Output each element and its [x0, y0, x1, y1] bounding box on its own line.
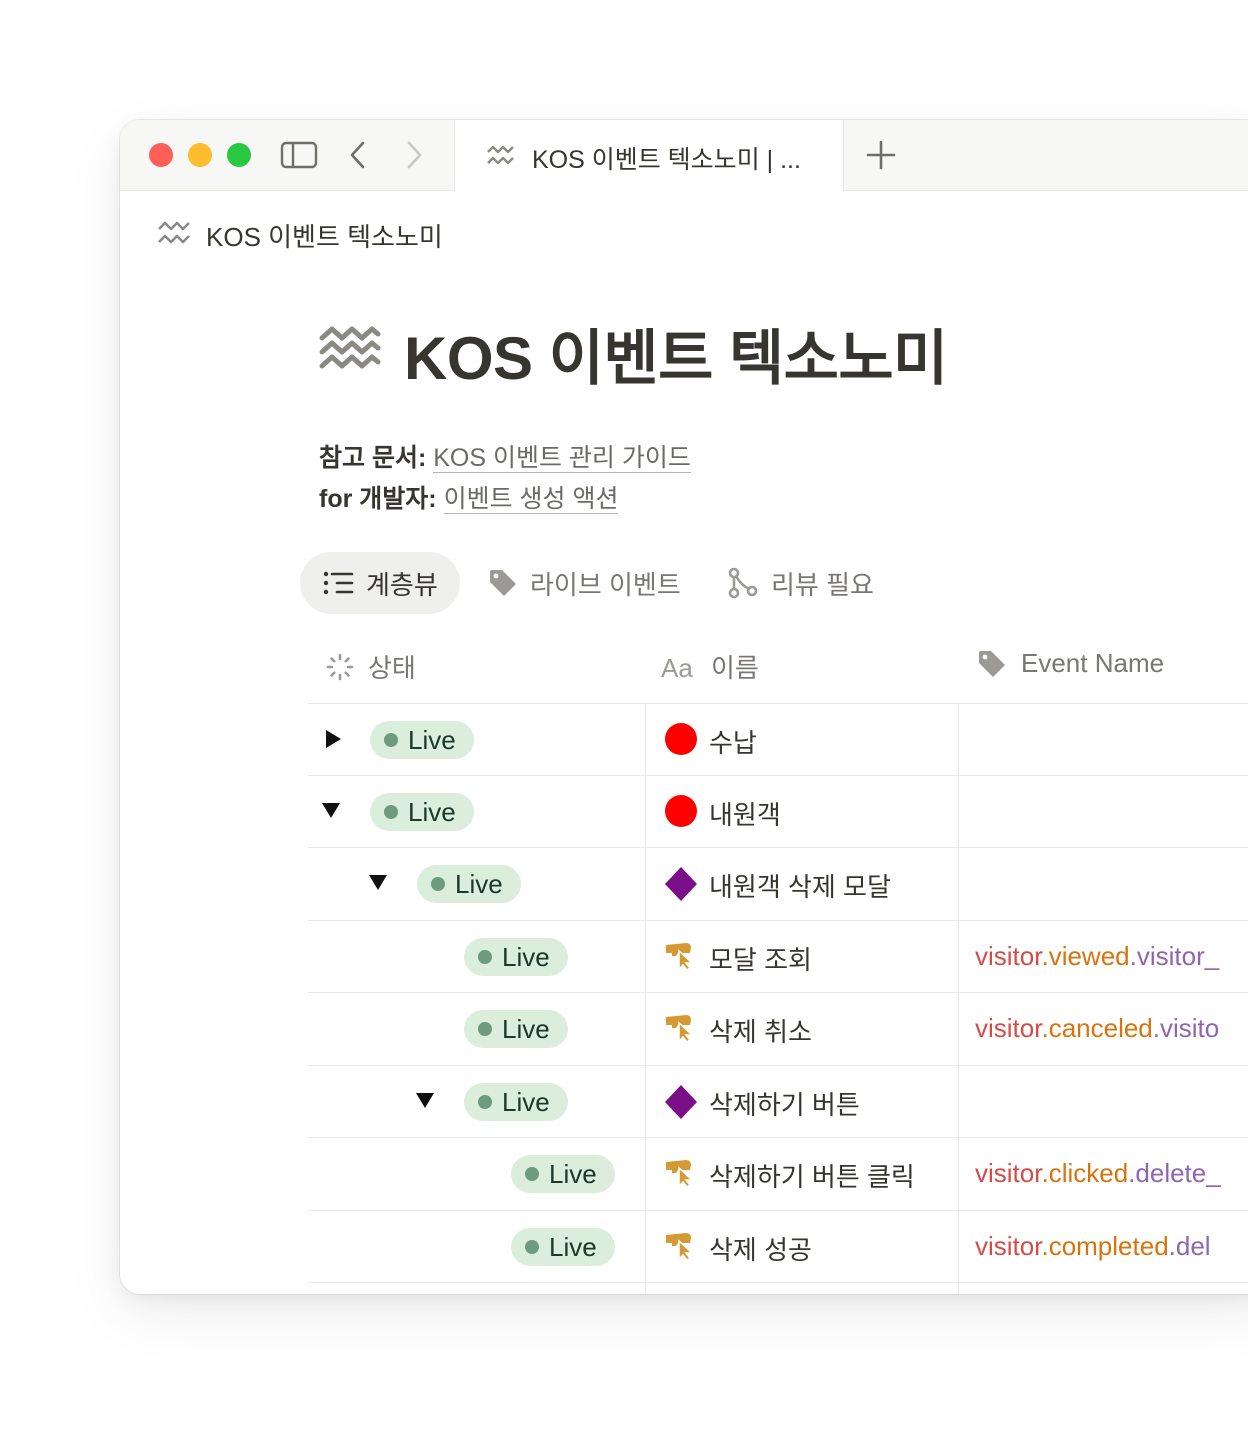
row-name[interactable]: 내원객 삭제 모달 — [709, 867, 891, 904]
row-name[interactable]: 내원객 — [709, 795, 781, 832]
close-window-button[interactable] — [149, 143, 173, 167]
pointer-click-icon — [664, 1011, 698, 1048]
event-name-cell[interactable]: visitor.canceled.visito — [975, 1013, 1248, 1044]
row-name[interactable]: 삭제 취소 — [709, 1012, 812, 1049]
purple-diamond-icon — [664, 1084, 698, 1125]
minimize-window-button[interactable] — [188, 143, 212, 167]
pointer-click-icon — [664, 1156, 698, 1193]
row-name[interactable]: 삭제 성공 — [709, 1230, 812, 1267]
red-circle-icon — [664, 794, 698, 833]
reference-label: 참고 문서: — [319, 444, 427, 472]
wave-logo-icon — [486, 144, 516, 171]
red-circle-icon — [664, 722, 698, 761]
breadcrumb-title[interactable]: KOS 이벤트 텍소노미 — [206, 217, 443, 254]
status-badge[interactable]: Live — [417, 865, 521, 903]
page-title[interactable]: KOS 이벤트 텍소노미 — [404, 310, 948, 397]
status-label: Live — [549, 1158, 597, 1189]
tag-icon — [490, 570, 516, 596]
status-badge[interactable]: Live — [511, 1228, 615, 1266]
status-label: Live — [502, 1086, 550, 1117]
view-tab-label: 계층뷰 — [366, 569, 438, 600]
live-dot-icon — [384, 805, 398, 819]
pointer-click-icon — [664, 1229, 698, 1266]
row-name[interactable]: 삭제하기 버튼 클릭 — [709, 1157, 915, 1194]
row-divider — [308, 1282, 1248, 1283]
svg-text:Aa: Aa — [661, 653, 693, 681]
table-row[interactable]: Live 내원객 — [120, 775, 1248, 847]
table-row[interactable]: Live 삭제 성공 visitor.completed.del — [120, 1210, 1248, 1282]
live-dot-icon — [525, 1240, 539, 1254]
list-tree-icon — [323, 571, 354, 595]
event-name-cell[interactable]: visitor.viewed.visitor_ — [975, 941, 1248, 972]
expanded-toggle-icon[interactable] — [415, 1091, 435, 1114]
live-dot-icon — [525, 1167, 539, 1181]
live-dot-icon — [478, 950, 492, 964]
maximize-window-button[interactable] — [227, 143, 251, 167]
live-dot-icon — [384, 733, 398, 747]
pointer-click-icon — [664, 939, 698, 976]
developer-label: for 개발자: — [319, 485, 437, 513]
status-label: Live — [549, 1231, 597, 1262]
row-name[interactable]: 삭제하기 버튼 — [709, 1085, 860, 1122]
status-label: Live — [455, 868, 503, 899]
event-name-cell[interactable]: visitor.clicked.delete_ — [975, 1158, 1248, 1189]
table-row[interactable]: Live 내원객 삭제 모달 — [120, 847, 1248, 919]
table-row[interactable]: Live 삭제하기 버튼 — [120, 1065, 1248, 1137]
reference-doc-line: 참고 문서: KOS 이벤트 관리 가이드 — [319, 438, 691, 474]
browser-tab-active[interactable]: KOS 이벤트 텍소노미 | ... — [454, 120, 844, 191]
sidebar-toggle-icon[interactable] — [280, 140, 318, 175]
reference-doc-link[interactable]: KOS 이벤트 관리 가이드 — [433, 444, 691, 473]
browser-window: KOS 이벤트 텍소노미 | ... KOS 이벤트 텍소노미 KOS 이벤트 … — [120, 120, 1248, 1294]
status-badge[interactable]: Live — [511, 1155, 615, 1193]
status-label: Live — [502, 941, 550, 972]
status-loader-icon — [326, 653, 354, 680]
live-dot-icon — [478, 1022, 492, 1036]
view-tab-label: 라이브 이벤트 — [530, 569, 681, 600]
column-header-label: Event Name — [1021, 648, 1165, 678]
collapsed-toggle-icon[interactable] — [324, 729, 342, 754]
text-type-icon: Aa — [661, 653, 693, 681]
table-row[interactable]: Live 삭제하기 버튼 클릭 visitor.clicked.delete_ — [120, 1137, 1248, 1209]
column-header-label: 상태 — [368, 653, 416, 683]
table-row[interactable]: Live 삭제 취소 visitor.canceled.visito — [120, 992, 1248, 1064]
tag-icon — [979, 650, 1005, 677]
view-tab-label: 리뷰 필요 — [771, 569, 874, 600]
status-badge[interactable]: Live — [370, 793, 474, 831]
purple-diamond-icon — [664, 866, 698, 907]
expanded-toggle-icon[interactable] — [368, 873, 388, 896]
status-badge[interactable]: Live — [370, 721, 474, 759]
live-dot-icon — [431, 877, 445, 891]
status-label: Live — [408, 796, 456, 827]
view-tab-hierarchy[interactable]: 계층뷰 — [300, 552, 460, 614]
column-header-status[interactable]: 상태 — [326, 648, 416, 685]
tab-title: KOS 이벤트 텍소노미 | ... — [532, 146, 801, 174]
row-name[interactable]: 모달 조회 — [709, 940, 812, 977]
browser-tab-bar: KOS 이벤트 텍소노미 | ... — [120, 120, 1248, 191]
developer-doc-link[interactable]: 이벤트 생성 액션 — [443, 485, 619, 514]
expanded-toggle-icon[interactable] — [321, 801, 341, 824]
row-name[interactable]: 수납 — [709, 723, 757, 760]
status-badge[interactable]: Live — [464, 938, 568, 976]
status-label: Live — [502, 1013, 550, 1044]
developer-doc-line: for 개발자: 이벤트 생성 액션 — [319, 479, 619, 515]
forward-arrow-icon[interactable] — [402, 140, 426, 175]
branch-icon — [728, 567, 758, 599]
status-badge[interactable]: Live — [464, 1010, 568, 1048]
breadcrumb-wave-icon — [157, 220, 193, 251]
column-header-label: 이름 — [711, 653, 759, 683]
live-dot-icon — [478, 1095, 492, 1109]
event-name-cell[interactable]: visitor.completed.del — [975, 1231, 1248, 1262]
view-tab-live-events[interactable]: 라이브 이벤트 — [488, 552, 681, 614]
view-tab-review-needed[interactable]: 리뷰 필요 — [727, 552, 874, 614]
back-arrow-icon[interactable] — [346, 140, 370, 175]
status-badge[interactable]: Live — [464, 1083, 568, 1121]
table-row[interactable]: Live 수납 — [120, 703, 1248, 775]
column-header-event-name[interactable]: Event Name — [977, 648, 1164, 679]
table-row[interactable]: Live 모달 조회 visitor.viewed.visitor_ — [120, 920, 1248, 992]
page-wave-icon[interactable] — [318, 324, 382, 379]
column-header-name[interactable]: Aa 이름 — [661, 648, 759, 685]
new-tab-plus-icon[interactable] — [866, 140, 896, 175]
status-label: Live — [408, 724, 456, 755]
